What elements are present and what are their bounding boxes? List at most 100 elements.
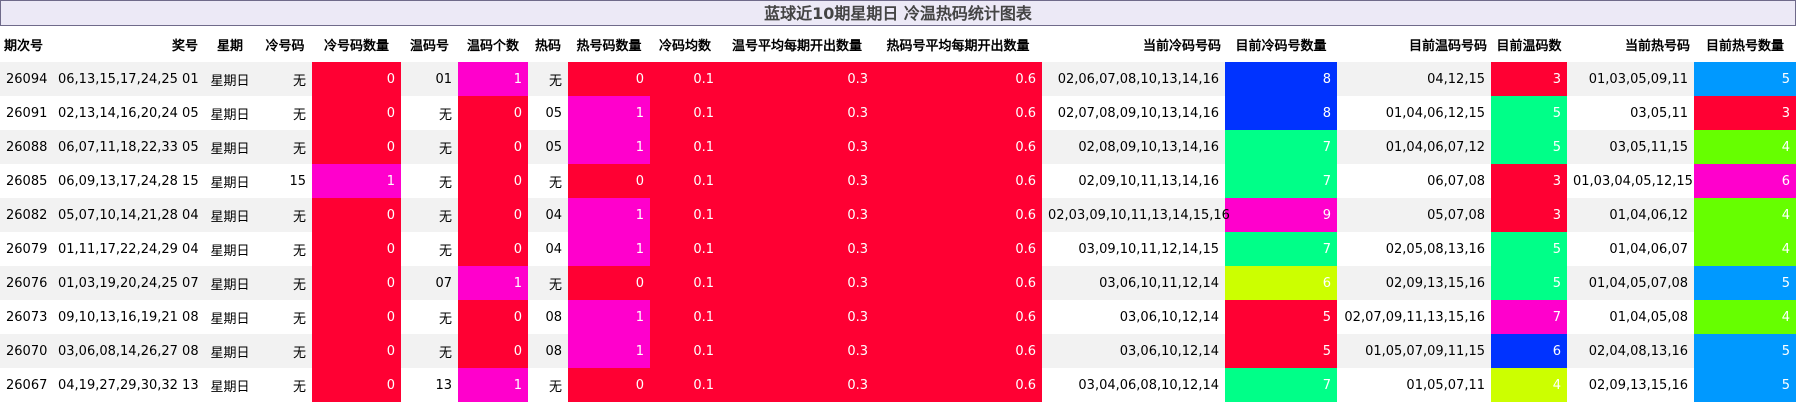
cell-weekday: 星期日 [202, 266, 258, 300]
cell-warm-avg: 0.3 [720, 266, 874, 300]
cell-cur-warm-cnt: 5 [1491, 96, 1567, 130]
cell-cur-cold: 03,06,10,11,12,14 [1042, 266, 1225, 300]
cell-cur-cold: 02,07,08,09,10,13,14,16 [1042, 96, 1225, 130]
cell-warm-avg: 0.3 [720, 62, 874, 96]
header-warm-no: 温码号 [401, 26, 458, 62]
cell-weekday: 星期日 [202, 232, 258, 266]
header-hot-no: 热码 [528, 26, 568, 62]
header-cur-cold-cnt: 目前冷码号数量 [1225, 26, 1337, 62]
header-row: 期次号 奖号 星期 冷号码 冷号码数量 温码号 温码个数 热码 热号码数量 冷码… [0, 26, 1796, 62]
cell-cold-no: 无 [258, 300, 312, 334]
cell-warm-avg: 0.3 [720, 130, 874, 164]
cell-cold-avg: 0.1 [650, 266, 720, 300]
header-cur-warm: 目前温码号码 [1337, 26, 1491, 62]
cell-hot-cnt: 1 [568, 334, 650, 368]
cell-cur-cold-cnt: 6 [1225, 266, 1337, 300]
cell-warm-no: 13 [401, 368, 458, 402]
cell-cold-avg: 0.1 [650, 96, 720, 130]
table-row: 26094 06,13,15,17,24,25 01 星期日无 0 01 1 无 0 0.1 0.… [0, 62, 1796, 96]
cell-hot-cnt: 0 [568, 62, 650, 96]
header-cur-cold: 当前冷码号码 [1042, 26, 1225, 62]
cell-warm-cnt: 0 [458, 300, 528, 334]
cell-cold-cnt: 0 [312, 96, 401, 130]
table-row: 26076 01,03,19,20,24,25 07 星期日无 0 07 1 无 0 0.1 0.… [0, 266, 1796, 300]
cell-warm-avg: 0.3 [720, 334, 874, 368]
cell-hot-cnt: 0 [568, 368, 650, 402]
cell-cur-hot: 03,05,11,15 [1567, 130, 1694, 164]
cell-warm-cnt: 1 [458, 62, 528, 96]
cell-cold-no: 无 [258, 62, 312, 96]
cell-cur-hot: 01,04,05,07,08 [1567, 266, 1694, 300]
cell-balls: 01,11,17,22,24,29 04 [52, 232, 202, 266]
cell-cur-warm: 01,04,06,12,15 [1337, 96, 1491, 130]
cell-weekday: 星期日 [202, 368, 258, 402]
cell-cur-cold: 03,04,06,08,10,12,14 [1042, 368, 1225, 402]
cell-hot-cnt: 0 [568, 164, 650, 198]
cell-warm-no: 无 [401, 130, 458, 164]
cell-cold-cnt: 0 [312, 334, 401, 368]
cell-cur-cold: 03,09,10,11,12,14,15 [1042, 232, 1225, 266]
cell-cur-cold-cnt: 7 [1225, 130, 1337, 164]
cell-hot-avg: 0.6 [874, 368, 1042, 402]
cell-warm-no: 无 [401, 198, 458, 232]
cell-hot-no: 04 [528, 232, 568, 266]
cell-hot-no: 无 [528, 368, 568, 402]
cell-hot-avg: 0.6 [874, 96, 1042, 130]
cell-cold-no: 15 [258, 164, 312, 198]
cell-cur-warm: 05,07,08 [1337, 198, 1491, 232]
header-warm-avg: 温号平均每期开出数量 [720, 26, 874, 62]
cell-cold-avg: 0.1 [650, 368, 720, 402]
header-cur-hot-cnt: 目前热号数量 [1694, 26, 1796, 62]
cell-cur-hot: 03,05,11 [1567, 96, 1694, 130]
cell-cold-no: 无 [258, 334, 312, 368]
cell-cur-cold-cnt: 5 [1225, 334, 1337, 368]
cell-cur-hot-cnt: 4 [1694, 300, 1796, 334]
cell-issue: 26088 [0, 130, 52, 164]
cell-issue: 26073 [0, 300, 52, 334]
cell-cur-warm-cnt: 5 [1491, 232, 1567, 266]
cell-cold-no: 无 [258, 96, 312, 130]
cell-warm-no: 无 [401, 300, 458, 334]
cell-cur-warm-cnt: 6 [1491, 334, 1567, 368]
cell-cold-avg: 0.1 [650, 130, 720, 164]
header-weekday: 星期 [202, 26, 258, 62]
table-row: 26085 06,09,13,17,24,28 15 星期日 15 1 无 0 无 0 0.1 0.… [0, 164, 1796, 198]
cell-cur-warm: 02,05,08,13,16 [1337, 232, 1491, 266]
cell-warm-avg: 0.3 [720, 96, 874, 130]
cell-hot-no: 无 [528, 266, 568, 300]
cell-cur-warm-cnt: 5 [1491, 266, 1567, 300]
cell-warm-avg: 0.3 [720, 198, 874, 232]
table-row: 26082 05,07,10,14,21,28 04 星期日无 0 无 0 04 1 0.1 0.… [0, 198, 1796, 232]
cell-hot-cnt: 1 [568, 300, 650, 334]
cell-cur-hot: 01,04,06,12 [1567, 198, 1694, 232]
cell-hot-no: 08 [528, 300, 568, 334]
stats-table: 期次号 奖号 星期 冷号码 冷号码数量 温码号 温码个数 热码 热号码数量 冷码… [0, 26, 1796, 402]
cell-cur-cold-cnt: 7 [1225, 368, 1337, 402]
cell-cold-cnt: 0 [312, 266, 401, 300]
cell-warm-cnt: 0 [458, 232, 528, 266]
cell-cur-cold-cnt: 7 [1225, 232, 1337, 266]
cell-weekday: 星期日 [202, 334, 258, 368]
cell-hot-avg: 0.6 [874, 198, 1042, 232]
cell-warm-cnt: 0 [458, 96, 528, 130]
cell-cold-no: 无 [258, 266, 312, 300]
header-hot-cnt: 热号码数量 [568, 26, 650, 62]
cell-warm-no: 无 [401, 232, 458, 266]
page-title: 蓝球近10期星期日 冷温热码统计图表 [0, 0, 1796, 26]
cell-cur-warm-cnt: 4 [1491, 368, 1567, 402]
cell-cur-hot-cnt: 3 [1694, 96, 1796, 130]
cell-cold-no: 无 [258, 368, 312, 402]
cell-hot-avg: 0.6 [874, 266, 1042, 300]
cell-cur-warm: 01,05,07,11 [1337, 368, 1491, 402]
header-cur-hot: 当前热号码 [1567, 26, 1694, 62]
cell-weekday: 星期日 [202, 130, 258, 164]
cell-cur-warm: 01,04,06,07,12 [1337, 130, 1491, 164]
cell-hot-avg: 0.6 [874, 164, 1042, 198]
cell-balls: 02,13,14,16,20,24 05 [52, 96, 202, 130]
cell-balls: 06,07,11,18,22,33 05 [52, 130, 202, 164]
cell-weekday: 星期日 [202, 300, 258, 334]
header-cold-cnt: 冷号码数量 [312, 26, 401, 62]
header-hot-avg: 热码号平均每期开出数量 [874, 26, 1042, 62]
cell-cur-hot: 02,09,13,15,16 [1567, 368, 1694, 402]
header-issue: 期次号 [0, 26, 52, 62]
